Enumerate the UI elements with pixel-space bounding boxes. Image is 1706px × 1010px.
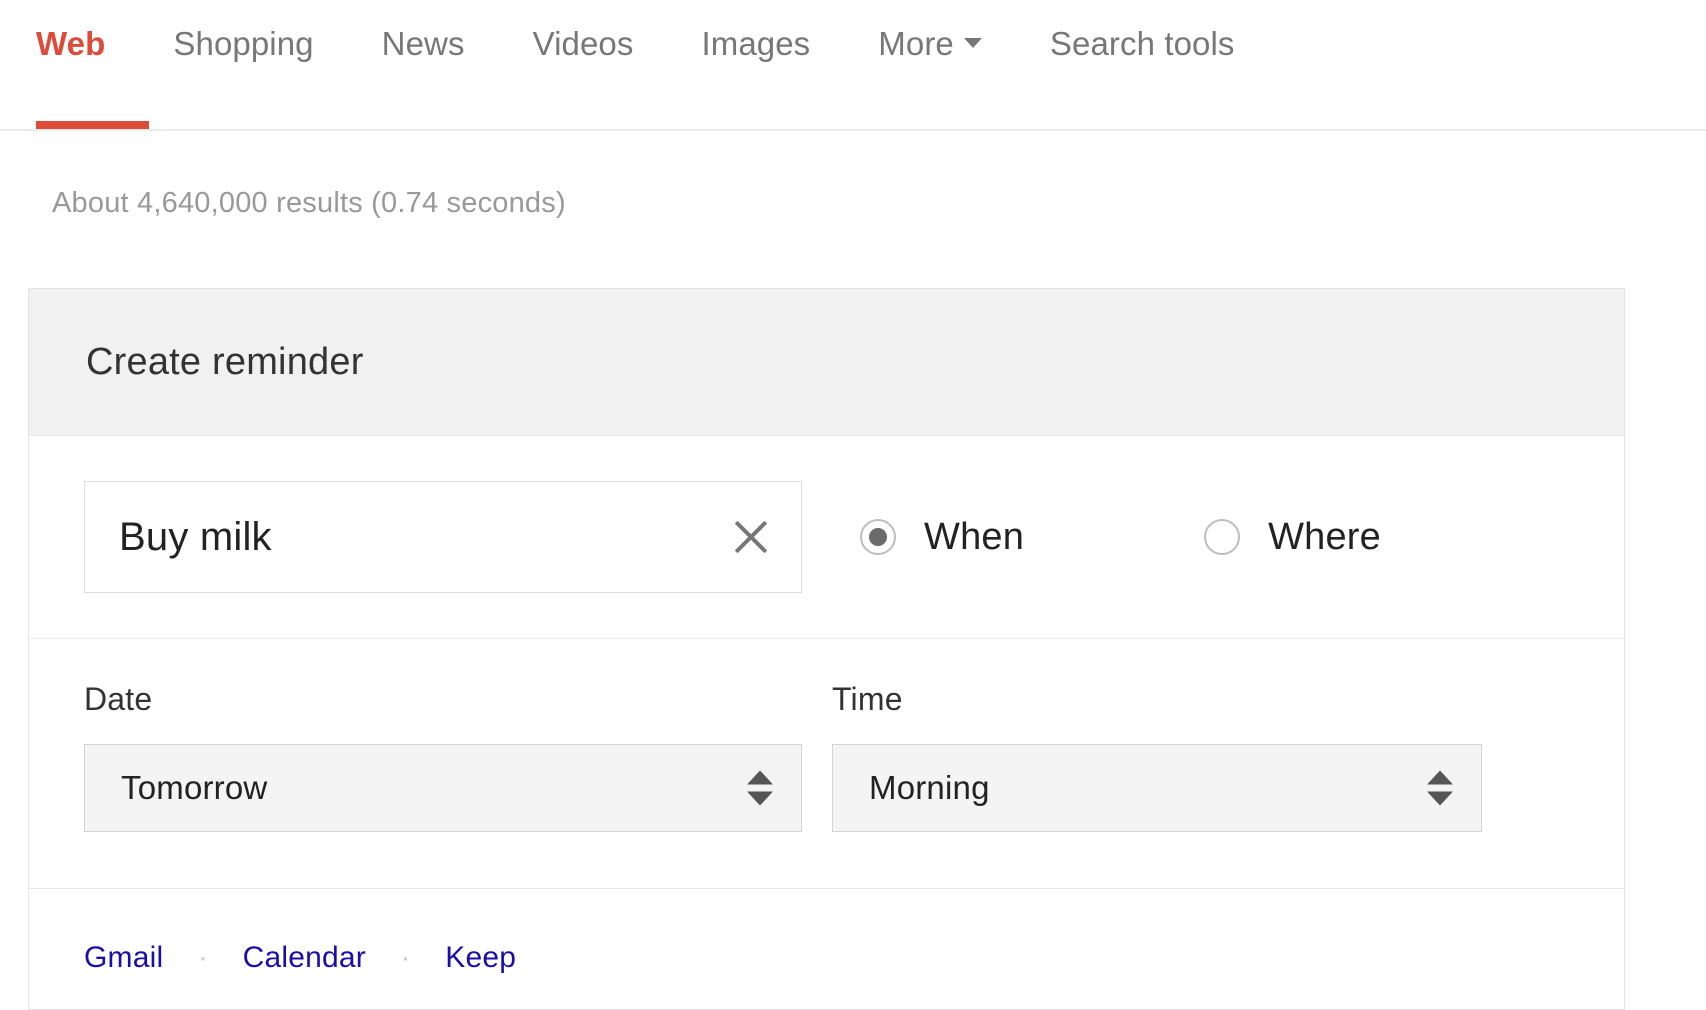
radio-when-mark xyxy=(860,519,896,555)
time-label: Time xyxy=(832,681,903,717)
active-tab-underline xyxy=(36,121,149,129)
tab-search-tools[interactable]: Search tools xyxy=(1016,24,1269,64)
radio-option-when[interactable]: When xyxy=(860,516,1024,559)
chevron-up-icon xyxy=(1427,770,1453,785)
close-icon[interactable] xyxy=(729,515,773,559)
radio-where-label: Where xyxy=(1268,515,1381,558)
footer-links[interactable]: Gmail · Calendar · Keep xyxy=(84,941,1624,975)
radio-when-label: When xyxy=(924,515,1025,558)
tab-search-tools-label: Search tools xyxy=(1049,25,1235,62)
chevron-down-icon xyxy=(1427,791,1453,806)
time-select[interactable]: Morning xyxy=(832,744,1482,832)
reminder-mode-radio-group: When Where xyxy=(860,516,1381,559)
footer-link-keep[interactable]: Keep xyxy=(445,941,516,974)
date-label: Date xyxy=(84,681,153,717)
footer-link-calendar[interactable]: Calendar xyxy=(243,941,366,974)
footer-separator: · xyxy=(197,941,209,974)
date-stepper-icon[interactable] xyxy=(747,770,773,806)
tab-videos[interactable]: Videos xyxy=(499,24,668,64)
footer-separator: · xyxy=(400,941,411,974)
reminder-text-value: Buy milk xyxy=(119,514,272,559)
tab-more[interactable]: More xyxy=(844,24,1016,64)
time-field-block: Time Morning xyxy=(832,681,1482,832)
radio-where-mark xyxy=(1204,519,1241,555)
when-row: Date Tomorrow Time Morning xyxy=(29,639,1624,889)
card-footer-row: Gmail · Calendar · Keep xyxy=(29,889,1624,1009)
tab-more-label: More xyxy=(878,25,954,62)
chevron-up-icon xyxy=(747,770,773,785)
tab-web-label: Web xyxy=(36,25,106,62)
card-title: Create reminder xyxy=(86,340,364,383)
time-select-value: Morning xyxy=(869,769,990,806)
tab-news[interactable]: News xyxy=(348,24,499,64)
chevron-down-icon xyxy=(963,37,982,48)
date-select-value: Tomorrow xyxy=(121,769,268,806)
create-reminder-card: Create reminder Buy milk When Where Date… xyxy=(28,288,1625,1010)
result-stats: About 4,640,000 results (0.74 seconds) xyxy=(52,187,566,219)
card-header: Create reminder xyxy=(29,288,1624,436)
time-stepper-icon[interactable] xyxy=(1427,770,1453,806)
date-field-block: Date Tomorrow xyxy=(84,681,802,832)
reminder-text-input[interactable]: Buy milk xyxy=(84,481,802,593)
tab-shopping[interactable]: Shopping xyxy=(139,24,347,64)
tab-web[interactable]: Web xyxy=(36,24,139,64)
reminder-title-row: Buy milk When Where xyxy=(29,436,1624,639)
tab-videos-label: Videos xyxy=(532,25,634,62)
radio-option-where[interactable]: Where xyxy=(1204,516,1381,559)
date-select[interactable]: Tomorrow xyxy=(84,744,802,832)
tab-images-label: Images xyxy=(701,25,811,62)
tab-images[interactable]: Images xyxy=(667,24,844,64)
footer-link-gmail[interactable]: Gmail xyxy=(84,941,163,974)
tab-shopping-label: Shopping xyxy=(173,25,314,62)
nav-tab-list: Web Shopping News Videos Images More Sea… xyxy=(0,0,1706,64)
tab-news-label: News xyxy=(381,25,465,62)
search-filter-nav: Web Shopping News Videos Images More Sea… xyxy=(0,0,1706,131)
chevron-down-icon xyxy=(747,791,773,806)
